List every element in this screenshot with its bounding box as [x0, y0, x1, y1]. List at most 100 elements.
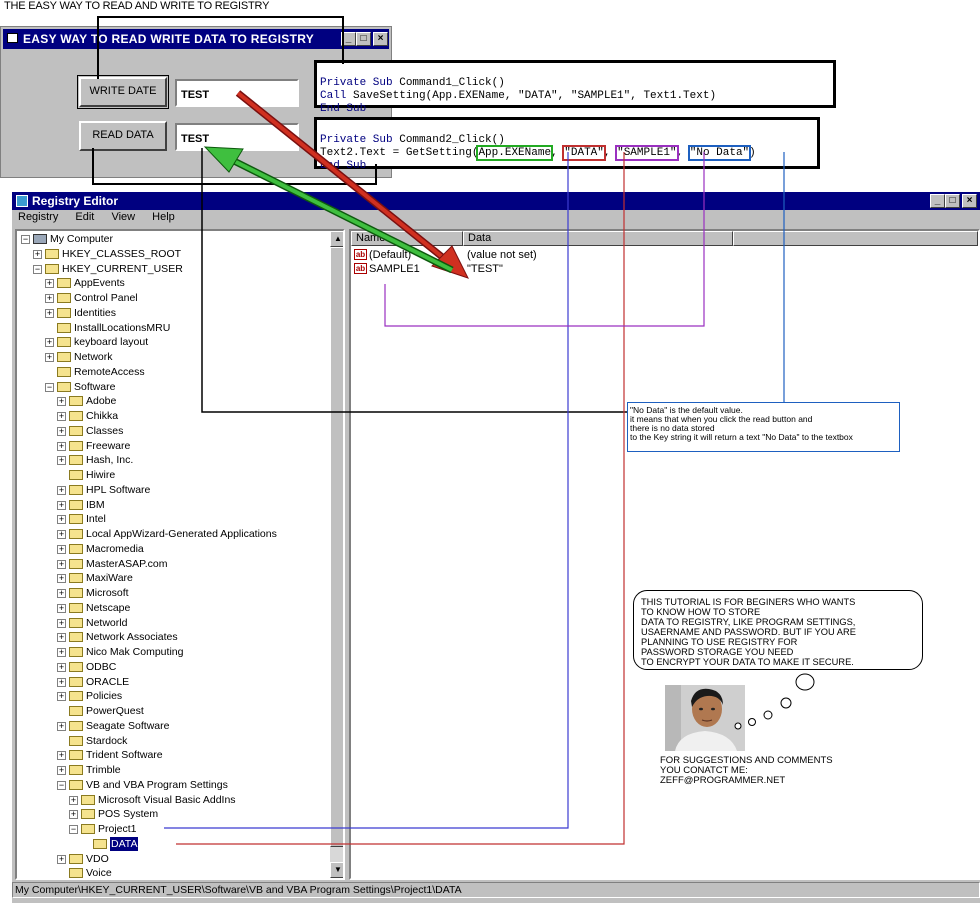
expand-icon[interactable]: + [57, 618, 66, 628]
expand-icon[interactable]: + [57, 515, 66, 525]
menu-view[interactable]: View [111, 211, 135, 223]
tree-node[interactable]: + MasterASAP.com [57, 557, 317, 571]
expand-icon[interactable]: + [57, 397, 66, 407]
expand-icon[interactable]: + [45, 279, 54, 289]
tree-node[interactable]: Voice [57, 866, 317, 878]
expand-icon[interactable]: + [57, 854, 66, 864]
reg-maximize-button[interactable]: □ [945, 194, 960, 208]
tree-node[interactable]: + Classes [57, 424, 317, 438]
expand-icon[interactable]: + [57, 603, 66, 613]
scroll-down-arrow-icon[interactable]: ▼ [330, 862, 343, 878]
tree-node[interactable]: Stardock [57, 734, 317, 748]
tree-node[interactable]: + Network [45, 350, 317, 364]
expand-icon[interactable]: + [57, 751, 66, 761]
tree-node[interactable]: + Nico Mak Computing [57, 645, 317, 659]
tree-node[interactable]: + Microsoft Visual Basic AddIns [69, 793, 317, 807]
tree-node[interactable]: − Project1 [69, 822, 317, 836]
scroll-thumb[interactable] [330, 247, 343, 847]
tree-node[interactable]: + HPL Software [57, 483, 317, 497]
close-button[interactable]: × [373, 32, 388, 46]
tree-node[interactable]: + Intel [57, 512, 317, 526]
collapse-icon[interactable]: − [33, 264, 42, 274]
collapse-icon[interactable]: − [21, 235, 30, 244]
tree-node[interactable]: + Trident Software [57, 748, 317, 762]
tree-node[interactable]: + MaxiWare [57, 571, 317, 585]
tree-node[interactable]: + IBM [57, 498, 317, 512]
write-date-button[interactable]: WRITE DATE [77, 75, 169, 109]
collapse-icon[interactable]: − [45, 382, 54, 392]
expand-icon[interactable]: + [57, 677, 66, 687]
column-header-name[interactable]: Name [351, 231, 463, 246]
expand-icon[interactable]: + [57, 485, 66, 495]
tree-node[interactable]: + Policies [57, 689, 317, 703]
expand-icon[interactable]: + [57, 412, 66, 421]
tree-node[interactable]: Hiwire [57, 468, 317, 482]
expand-icon[interactable]: + [57, 574, 66, 584]
value-row[interactable]: ab (Default) (value not set) [354, 248, 754, 262]
tree-node[interactable]: PowerQuest [57, 704, 317, 718]
expand-icon[interactable]: + [69, 795, 78, 805]
tree-node[interactable]: + HKEY_CLASSES_ROOT [33, 247, 317, 261]
tree-node[interactable]: + Seagate Software [57, 719, 317, 733]
tree-node[interactable]: + ORACLE [57, 675, 317, 689]
registry-tree-pane[interactable]: Voice + VDO DATA − Project1 + POS System + Micros… [15, 229, 345, 880]
collapse-icon[interactable]: − [69, 825, 78, 834]
tree-node[interactable]: + Adobe [57, 394, 317, 408]
tree-node[interactable]: + Chikka [57, 409, 317, 423]
expand-icon[interactable]: + [57, 721, 66, 731]
menu-registry[interactable]: Registry [18, 211, 58, 223]
expand-icon[interactable]: + [57, 544, 66, 554]
tree-node[interactable]: + ODBC [57, 660, 317, 674]
expand-icon[interactable]: + [45, 338, 54, 348]
tree-node[interactable]: DATA [81, 836, 317, 851]
tree-node[interactable]: − VB and VBA Program Settings [57, 778, 317, 792]
tree-node[interactable]: + VDO [57, 852, 317, 866]
expand-icon[interactable]: + [69, 810, 78, 820]
tree-node[interactable]: + Microsoft [57, 586, 317, 600]
tree-node[interactable]: − My Computer [21, 232, 317, 246]
expand-icon[interactable]: + [57, 500, 66, 510]
expand-icon[interactable]: + [57, 589, 66, 598]
tree-node[interactable]: + Trimble [57, 763, 317, 777]
tree-node[interactable]: RemoteAccess [45, 365, 317, 379]
expand-icon[interactable]: + [57, 426, 66, 436]
value-row[interactable]: ab SAMPLE1 "TEST" [354, 262, 754, 276]
tree-scrollbar[interactable]: ▲ ▼ [330, 231, 343, 878]
read-data-button[interactable]: READ DATA [79, 121, 167, 151]
tree-node[interactable]: + Freeware [57, 439, 317, 453]
menu-help[interactable]: Help [152, 211, 175, 223]
column-header-data[interactable]: Data [463, 231, 733, 246]
menu-edit[interactable]: Edit [75, 211, 94, 223]
tree-node[interactable]: − HKEY_CURRENT_USER [33, 262, 317, 276]
maximize-button[interactable]: □ [356, 32, 371, 46]
expand-icon[interactable]: + [45, 294, 54, 303]
expand-icon[interactable]: + [57, 559, 66, 569]
tree-node[interactable]: + Networld [57, 616, 317, 630]
scroll-up-arrow-icon[interactable]: ▲ [330, 231, 343, 247]
tree-node[interactable]: + Identities [45, 306, 317, 320]
tree-node[interactable]: InstallLocationsMRU [45, 321, 317, 335]
tree-node[interactable]: + Hash, Inc. [57, 453, 317, 467]
tree-node[interactable]: + Local AppWizard-Generated Applications [57, 527, 317, 541]
expand-icon[interactable]: + [57, 766, 66, 775]
expand-icon[interactable]: + [57, 441, 66, 451]
tree-node[interactable]: − Software [45, 380, 317, 394]
expand-icon[interactable]: + [57, 648, 66, 657]
expand-icon[interactable]: + [57, 456, 66, 466]
reg-close-button[interactable]: × [962, 194, 977, 208]
expand-icon[interactable]: + [45, 308, 54, 318]
tree-node[interactable]: + Netscape [57, 601, 317, 615]
tree-node[interactable]: + AppEvents [45, 276, 317, 290]
reg-minimize-button[interactable]: _ [930, 194, 945, 208]
text1-input[interactable]: TEST [175, 79, 299, 107]
minimize-button[interactable]: _ [341, 32, 356, 46]
expand-icon[interactable]: + [57, 662, 66, 672]
collapse-icon[interactable]: − [57, 780, 66, 790]
expand-icon[interactable]: + [33, 249, 42, 259]
expand-icon[interactable]: + [57, 633, 66, 643]
tree-node[interactable]: + Network Associates [57, 630, 317, 644]
expand-icon[interactable]: + [57, 530, 66, 539]
tree-node[interactable]: + Macromedia [57, 542, 317, 556]
expand-icon[interactable]: + [57, 692, 66, 702]
tree-node[interactable]: + POS System [69, 807, 317, 821]
